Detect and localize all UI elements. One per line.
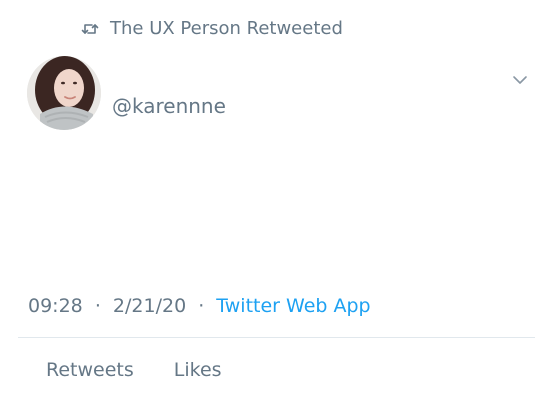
tweet-stats: Retweets Likes [46,356,222,384]
chevron-down-icon[interactable] [510,72,530,88]
retweet-icon [80,19,100,39]
user-handle[interactable]: @karennne [112,92,226,120]
retweet-context: The UX Person Retweeted [80,16,343,42]
tweet-time[interactable]: 09:28 [28,295,83,317]
retweets-link[interactable]: Retweets [46,356,134,384]
timestamp-separator: · [94,295,101,317]
divider [18,337,535,338]
tweet-source-link[interactable]: Twitter Web App [216,295,370,317]
tweet-timestamp: 09:28 · 2/21/20 · Twitter Web App [28,292,371,320]
tweet-date[interactable]: 2/21/20 [113,295,186,317]
timestamp-separator: · [198,295,205,317]
likes-link[interactable]: Likes [174,356,222,384]
retweet-context-text: The UX Person Retweeted [110,18,343,39]
user-avatar[interactable] [27,56,101,130]
